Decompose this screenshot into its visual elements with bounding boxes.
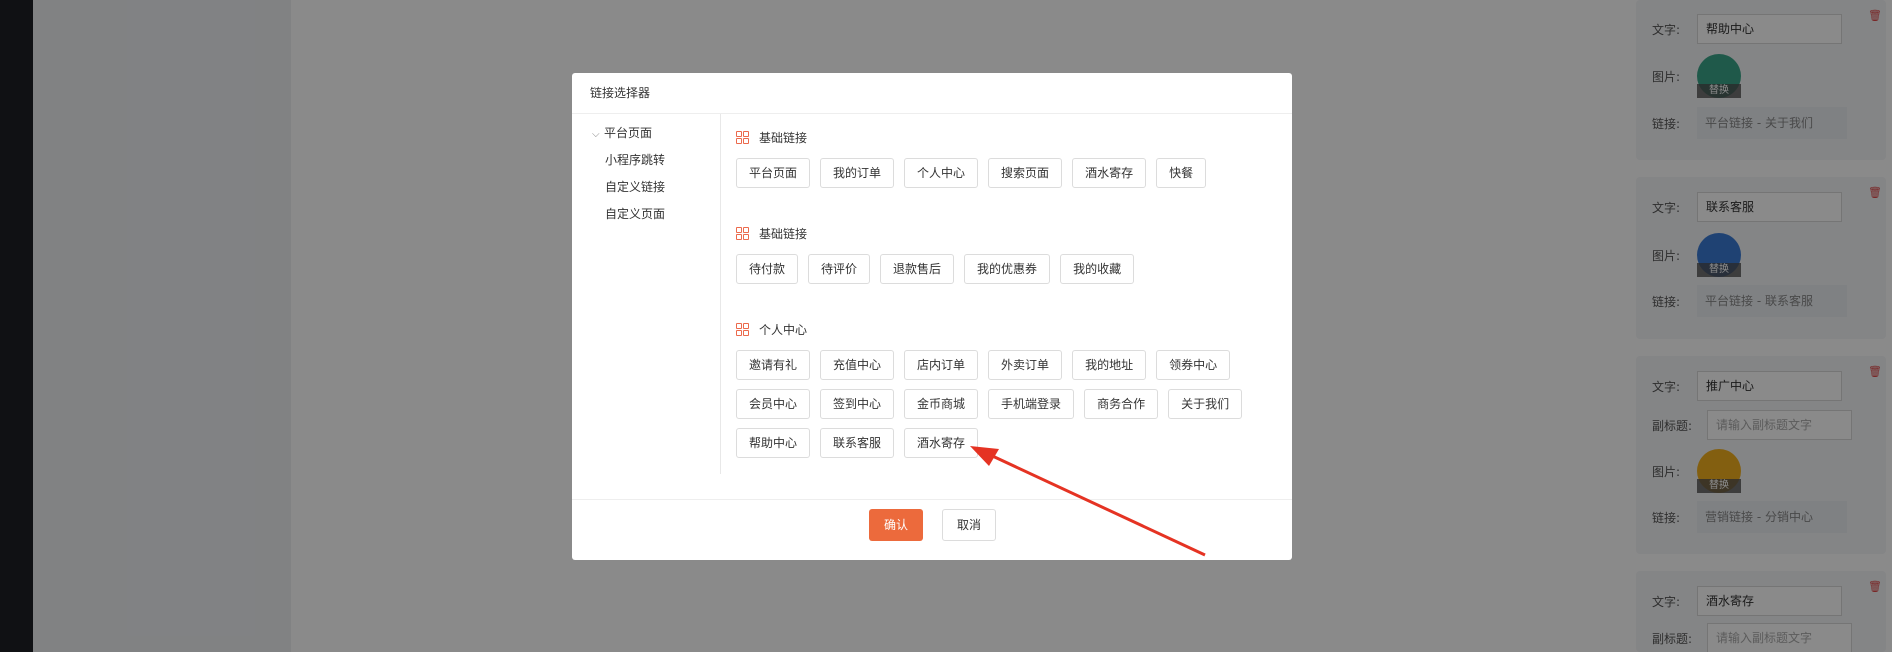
grid-icon bbox=[736, 130, 749, 144]
link-button[interactable]: 会员中心 bbox=[736, 389, 811, 419]
tree-item-custom-page[interactable]: 自定义页面 bbox=[572, 201, 720, 228]
link-button[interactable]: 手机端登录 bbox=[988, 389, 1075, 419]
dialog-footer: 确认 取消 bbox=[572, 499, 1292, 560]
chevron-down-icon[interactable]: ⌵ bbox=[592, 121, 604, 148]
link-section: 个人中心 邀请有礼 充值中心 店内订单 外卖订单 我的地址 领券中心 会员中心 … bbox=[736, 319, 1256, 467]
link-button-group: 平台页面 我的订单 个人中心 搜索页面 酒水寄存 快餐 bbox=[736, 158, 1256, 197]
link-button[interactable]: 待评价 bbox=[808, 254, 871, 284]
grid-icon bbox=[736, 226, 749, 240]
link-button[interactable]: 签到中心 bbox=[820, 389, 895, 419]
link-button[interactable]: 充值中心 bbox=[820, 350, 895, 380]
cancel-button[interactable]: 取消 bbox=[942, 509, 996, 541]
tree-item-custom-link[interactable]: 自定义链接 bbox=[572, 174, 720, 201]
section-title: 基础链接 bbox=[736, 223, 1256, 243]
link-button[interactable]: 我的订单 bbox=[820, 158, 895, 188]
link-button[interactable]: 关于我们 bbox=[1168, 389, 1243, 419]
link-button[interactable]: 店内订单 bbox=[904, 350, 979, 380]
link-button[interactable]: 联系客服 bbox=[820, 428, 895, 458]
grid-icon bbox=[736, 322, 749, 336]
link-button[interactable]: 领券中心 bbox=[1156, 350, 1231, 380]
link-section: 基础链接 待付款 待评价 退款售后 我的优惠券 我的收藏 bbox=[736, 223, 1256, 293]
link-button[interactable]: 我的优惠券 bbox=[964, 254, 1051, 284]
section-title-label: 基础链接 bbox=[759, 226, 808, 241]
link-button-group: 待付款 待评价 退款售后 我的优惠券 我的收藏 bbox=[736, 254, 1256, 293]
confirm-button[interactable]: 确认 bbox=[869, 509, 923, 541]
link-button[interactable]: 平台页面 bbox=[736, 158, 811, 188]
link-section: 基础链接 平台页面 我的订单 个人中心 搜索页面 酒水寄存 快餐 bbox=[736, 127, 1256, 197]
link-button-wine-storage[interactable]: 酒水寄存 bbox=[904, 428, 979, 458]
link-button[interactable]: 退款售后 bbox=[880, 254, 955, 284]
dialog-title: 链接选择器 bbox=[572, 73, 1292, 114]
link-button[interactable]: 酒水寄存 bbox=[1072, 158, 1147, 188]
link-button[interactable]: 我的地址 bbox=[1072, 350, 1147, 380]
tree-item-label: 平台页面 bbox=[604, 126, 653, 140]
link-button[interactable]: 外卖订单 bbox=[988, 350, 1063, 380]
section-title: 基础链接 bbox=[736, 127, 1256, 147]
link-selector-dialog: 链接选择器 ⌵ 平台页面 小程序跳转 自定义链接 自定义页面 基础链接 平台页面 … bbox=[572, 73, 1292, 560]
link-button-group: 邀请有礼 充值中心 店内订单 外卖订单 我的地址 领券中心 会员中心 签到中心 … bbox=[736, 350, 1256, 467]
section-title-label: 基础链接 bbox=[759, 130, 808, 145]
link-button[interactable]: 商务合作 bbox=[1084, 389, 1159, 419]
link-button[interactable]: 金币商城 bbox=[904, 389, 979, 419]
link-button[interactable]: 邀请有礼 bbox=[736, 350, 811, 380]
link-button[interactable]: 我的收藏 bbox=[1060, 254, 1135, 284]
link-button[interactable]: 快餐 bbox=[1156, 158, 1207, 188]
tree-item-miniprogram-jump[interactable]: 小程序跳转 bbox=[572, 147, 720, 174]
link-button[interactable]: 搜索页面 bbox=[988, 158, 1063, 188]
link-button[interactable]: 帮助中心 bbox=[736, 428, 811, 458]
section-title: 个人中心 bbox=[736, 319, 1256, 339]
section-title-label: 个人中心 bbox=[759, 322, 808, 337]
link-category-tree: ⌵ 平台页面 小程序跳转 自定义链接 自定义页面 bbox=[572, 114, 721, 474]
link-button[interactable]: 待付款 bbox=[736, 254, 799, 284]
link-content: 基础链接 平台页面 我的订单 个人中心 搜索页面 酒水寄存 快餐 基础链接 待付… bbox=[722, 114, 1292, 494]
tree-item-platform-pages[interactable]: ⌵ 平台页面 bbox=[572, 120, 720, 147]
link-button[interactable]: 个人中心 bbox=[904, 158, 979, 188]
